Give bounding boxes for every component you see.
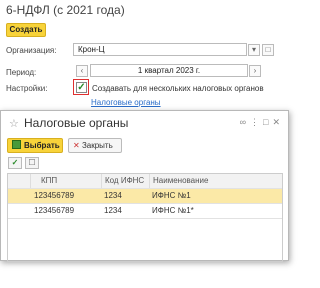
close-icon[interactable]: ✕ xyxy=(272,117,284,127)
window-controls: ∞⋮□✕ xyxy=(240,117,284,128)
favorite-star-icon[interactable]: ☆ xyxy=(9,117,19,130)
cell-kpp: 123456789 xyxy=(34,191,75,200)
close-button[interactable]: ✕ Закрыть xyxy=(68,138,122,153)
dialog-title: Налоговые органы xyxy=(24,116,129,130)
cell-name: ИФНС №1* xyxy=(152,206,194,215)
close-button-label: Закрыть xyxy=(81,141,113,150)
link-icon[interactable]: ∞ xyxy=(240,117,250,127)
select-button[interactable]: Выбрать xyxy=(7,138,63,153)
cell-name: ИФНС №1 xyxy=(152,191,191,200)
more-icon[interactable]: ⋮ xyxy=(250,117,263,127)
table-empty-area xyxy=(8,219,282,261)
column-header-code[interactable]: Код ИФНС xyxy=(101,174,149,188)
select-button-label: Выбрать xyxy=(24,141,60,150)
create-button[interactable]: Создать xyxy=(6,23,46,37)
cell-kpp: 123456789 xyxy=(34,206,75,215)
organization-dropdown-button[interactable]: ▾ xyxy=(248,44,260,56)
check-all-button[interactable]: ✓ xyxy=(8,157,22,169)
column-header-name[interactable]: Наименование xyxy=(149,174,284,188)
period-label: Период: xyxy=(6,68,37,77)
tax-authorities-link[interactable]: Налоговые органы xyxy=(91,98,161,107)
table-header: КПП Код ИФНС Наименование xyxy=(8,174,282,189)
uncheck-all-button[interactable]: ☐ xyxy=(25,157,39,169)
tax-authorities-dialog: ☆ Налоговые органы ∞⋮□✕ Выбрать ✕ Закрыт… xyxy=(0,110,289,262)
table-row[interactable]: ✓ 123456789 1234 ИФНС №1 xyxy=(8,189,282,204)
multi-tax-checkbox[interactable]: ✓ xyxy=(76,82,87,93)
period-next-button[interactable]: › xyxy=(249,65,261,77)
period-prev-button[interactable]: ‹ xyxy=(76,65,88,77)
organization-label: Организация: xyxy=(6,46,57,55)
cell-code: 1234 xyxy=(104,206,122,215)
select-icon xyxy=(12,140,21,149)
period-field[interactable]: 1 квартал 2023 г. xyxy=(90,64,248,77)
column-header-kpp[interactable]: КПП xyxy=(30,174,101,188)
close-x-icon: ✕ xyxy=(73,141,80,150)
tax-authorities-table: КПП Код ИФНС Наименование ✓ 123456789 12… xyxy=(7,173,283,262)
settings-label: Настройки: xyxy=(6,84,48,93)
multi-tax-checkbox-label: Создавать для нескольких налоговых орган… xyxy=(92,84,264,93)
organization-open-button[interactable]: □ xyxy=(262,44,274,56)
organization-field[interactable]: Крон-Ц xyxy=(73,43,247,56)
form-title: 6-НДФЛ (с 2021 года) xyxy=(6,3,125,17)
cell-code: 1234 xyxy=(104,191,122,200)
table-row[interactable]: ✓ 123456789 1234 ИФНС №1* xyxy=(8,204,282,219)
